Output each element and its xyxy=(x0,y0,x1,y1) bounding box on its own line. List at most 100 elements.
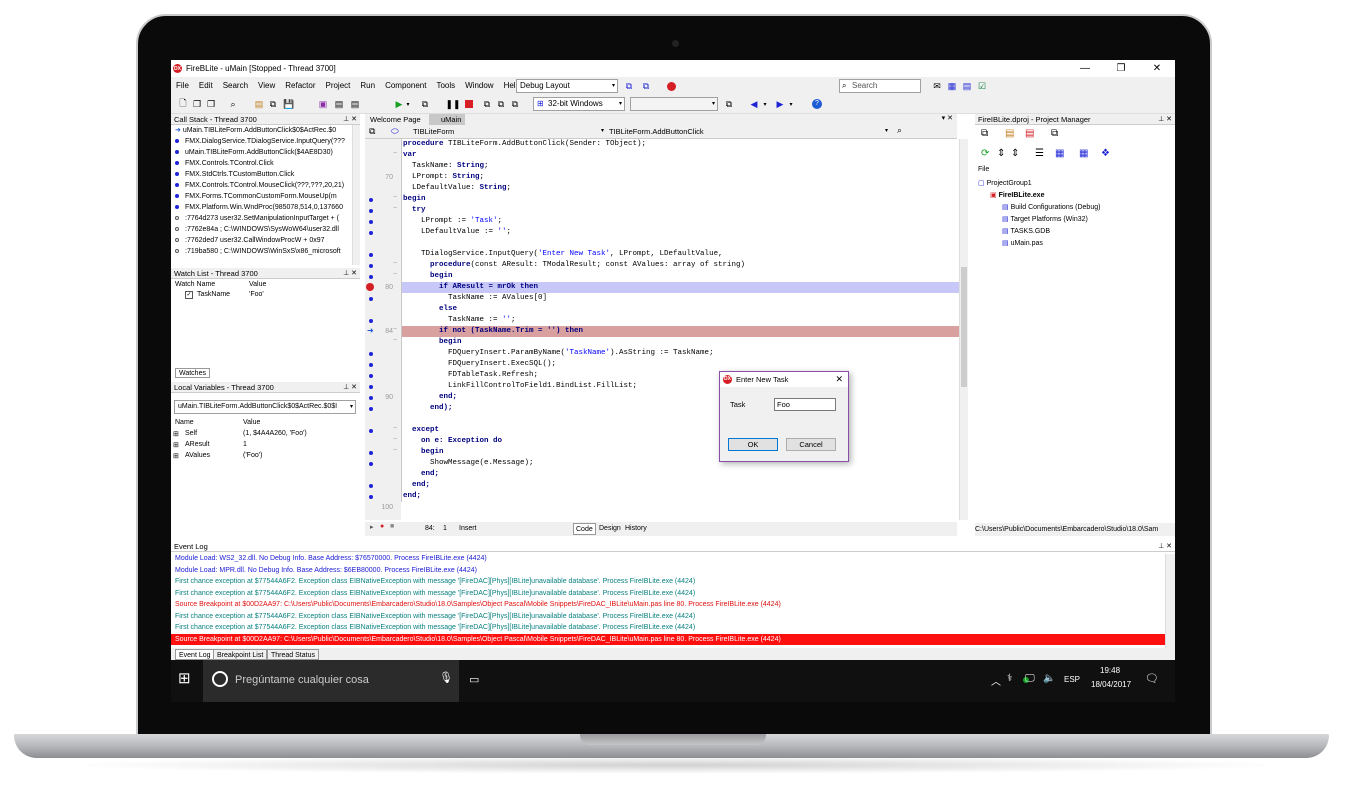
code-line[interactable]: TDialogService.InputQuery('Enter New Tas… xyxy=(401,249,959,260)
menu-file[interactable]: File xyxy=(171,77,194,94)
code-line[interactable]: LPrompt: String; xyxy=(401,172,959,183)
breakpoint-dot-icon[interactable] xyxy=(369,462,373,466)
ok-button[interactable]: OK xyxy=(728,438,778,451)
code-line[interactable]: end; xyxy=(401,491,959,502)
tab-breakpoint-list[interactable]: Breakpoint List xyxy=(213,649,268,660)
find-icon[interactable]: ⌕ xyxy=(227,97,239,111)
run-dropdown-icon[interactable]: ▾ xyxy=(404,97,412,111)
code-line[interactable]: FDQueryInsert.ExecSQL(); xyxy=(401,359,959,370)
callstack-row[interactable]: FMX.Forms.TCommonCustomForm.MouseUp(m xyxy=(171,191,360,202)
pm-list-icon[interactable]: ☰ xyxy=(1035,148,1044,159)
eventlog-row[interactable]: Module Load: WS2_32.dll. No Debug Info. … xyxy=(175,553,487,564)
scroll-thumb[interactable] xyxy=(961,267,967,387)
callstack-scrollbar[interactable] xyxy=(352,125,360,265)
callstack-row[interactable]: FMX.StdCtrls.TCustomButton.Click xyxy=(171,169,360,180)
pm-activate-icon[interactable]: ⧉ xyxy=(981,128,988,139)
breakpoint-dot-icon[interactable] xyxy=(369,220,373,224)
pm-sync-icon[interactable]: ⟳ xyxy=(981,148,989,159)
method-combo[interactable]: TIBLiteForm.AddButtonClick xyxy=(609,127,704,136)
callstack-row[interactable]: :7764d273 user32.SetManipulationInputTar… xyxy=(171,213,360,224)
save-icon[interactable]: 💾 xyxy=(283,97,295,111)
code-line[interactable]: end; xyxy=(401,480,959,491)
start-button[interactable]: ⊞ xyxy=(178,669,191,687)
code-line[interactable] xyxy=(401,502,959,513)
code-line[interactable]: LDefaultValue := ''; xyxy=(401,227,959,238)
eventlog-scrollbar[interactable] xyxy=(1165,554,1175,648)
stop-icon[interactable] xyxy=(463,97,475,111)
pin-icon[interactable]: ⊥ ✕ xyxy=(343,382,357,393)
callstack-row[interactable]: FMX.DialogService.TDialogService.InputQu… xyxy=(171,136,360,147)
tab-design[interactable]: Design xyxy=(597,523,623,535)
pin-icon[interactable]: ⊥ ✕ xyxy=(1158,114,1172,125)
breakpoint-dot-icon[interactable] xyxy=(369,198,373,202)
fold-marker-icon[interactable]: − xyxy=(393,326,397,333)
fold-marker-icon[interactable]: − xyxy=(393,150,397,157)
callstack-row[interactable]: FMX.Platform.Win.WndProc(985078,514,0,13… xyxy=(171,202,360,213)
menu-tools[interactable]: Tools xyxy=(431,77,460,94)
code-line[interactable]: begin xyxy=(401,271,959,282)
platform-combo[interactable]: ⊞ 32-bit Windows ▾ xyxy=(533,97,625,111)
class-icon[interactable]: ⬭ xyxy=(391,126,399,137)
fold-marker-icon[interactable]: − xyxy=(393,337,397,344)
code-line[interactable]: end; xyxy=(401,392,959,403)
tree-item[interactable]: ▤ Target Platforms (Win32) xyxy=(1002,214,1088,225)
expand-icon[interactable]: ⊞ xyxy=(173,452,179,460)
watch-checkbox[interactable]: ✓ xyxy=(185,291,193,299)
search-icon[interactable]: ⌕ xyxy=(897,125,902,136)
pm-options-icon[interactable]: ⧉ xyxy=(1051,128,1058,139)
code-line[interactable]: end; xyxy=(401,469,959,480)
breakpoint-dot-icon[interactable] xyxy=(369,407,373,411)
run-no-debug-icon[interactable]: ⧉ xyxy=(419,97,431,111)
unit-icon[interactable]: ▤ xyxy=(333,97,345,111)
pm-collapse-icon[interactable]: ⇕ xyxy=(1011,148,1019,159)
code-line[interactable]: var xyxy=(401,150,959,161)
code-line[interactable]: if AResult = mrOk then xyxy=(401,282,959,293)
eventlog-row[interactable]: First chance exception at $77544A6F2. Ex… xyxy=(175,576,695,587)
code-line[interactable]: TaskName: String; xyxy=(401,161,959,172)
notifications-icon[interactable]: 🗨 xyxy=(1145,672,1159,685)
watch-row-name[interactable]: TaskName xyxy=(197,291,230,298)
pm-remove-icon[interactable]: ▤ xyxy=(1025,128,1034,139)
breakpoint-dot-icon[interactable] xyxy=(369,363,373,367)
code-line[interactable]: if not (TaskName.Trim = '') then xyxy=(401,326,959,337)
breakpoint-dot-icon[interactable] xyxy=(369,231,373,235)
tree-item[interactable]: ▤ Build Configurations (Debug) xyxy=(1002,202,1100,213)
breakpoint-dot-icon[interactable] xyxy=(369,352,373,356)
breakpoint-dot-icon[interactable] xyxy=(369,275,373,279)
code-line[interactable]: except xyxy=(401,425,959,436)
layout-combo[interactable]: Debug Layout ▾ xyxy=(516,79,618,93)
minimize-button[interactable]: — xyxy=(1067,60,1103,77)
breakpoint-dot-icon[interactable] xyxy=(369,495,373,499)
chevron-down-icon[interactable]: ▾ xyxy=(885,127,888,134)
menu-search[interactable]: Search xyxy=(218,77,253,94)
volume-icon[interactable]: 🔈 xyxy=(1043,673,1055,684)
eventlog-row[interactable]: Source Breakpoint at $00D2AA97: C:\Users… xyxy=(175,599,781,610)
eventlog-row[interactable]: Source Breakpoint at $00D2AA97: C:\Users… xyxy=(171,633,1165,645)
code-line[interactable]: begin xyxy=(401,337,959,348)
options-icon[interactable]: ⧉ xyxy=(723,97,735,111)
menu-component[interactable]: Component xyxy=(380,77,431,94)
code-line[interactable]: begin xyxy=(401,447,959,458)
callstack-row[interactable]: :7762e84a ; C:\WINDOWS\SysWoW64\user32.d… xyxy=(171,224,360,235)
callstack-row[interactable]: ➜ uMain.TIBLiteForm.AddButtonClick$0$Act… xyxy=(171,125,360,136)
code-line[interactable]: else xyxy=(401,304,959,315)
menu-window[interactable]: Window xyxy=(460,77,498,94)
code-line[interactable]: end); xyxy=(401,403,959,414)
config-combo[interactable]: ▾ xyxy=(630,97,718,111)
close-button[interactable]: ✕ xyxy=(1139,60,1175,77)
tray-app-icon[interactable]: ⚕ xyxy=(1007,673,1012,684)
code-line[interactable]: TaskName := AValues[0] xyxy=(401,293,959,304)
code-line[interactable]: procedure TIBLiteForm.AddButtonClick(Sen… xyxy=(401,139,959,150)
code-line[interactable]: LDefaultValue: String; xyxy=(401,183,959,194)
fold-marker-icon[interactable]: − xyxy=(393,425,397,432)
code-editor[interactable]: procedure TIBLiteForm.AddButtonClick(Sen… xyxy=(401,139,959,520)
fold-marker-icon[interactable]: − xyxy=(393,194,397,201)
tab-watches[interactable]: Watches xyxy=(175,368,210,378)
form-icon[interactable]: ▤ xyxy=(349,97,361,111)
mail-icon[interactable]: ✉ xyxy=(931,79,943,93)
pin-icon[interactable]: ⊥ ✕ xyxy=(1158,541,1172,552)
save-all-icon[interactable]: ▣ xyxy=(317,97,329,111)
tree-item[interactable]: ▤ uMain.pas xyxy=(1002,238,1043,249)
code-line[interactable]: FDTableTask.Refresh; xyxy=(401,370,959,381)
breakpoint-dot-icon[interactable] xyxy=(369,429,373,433)
